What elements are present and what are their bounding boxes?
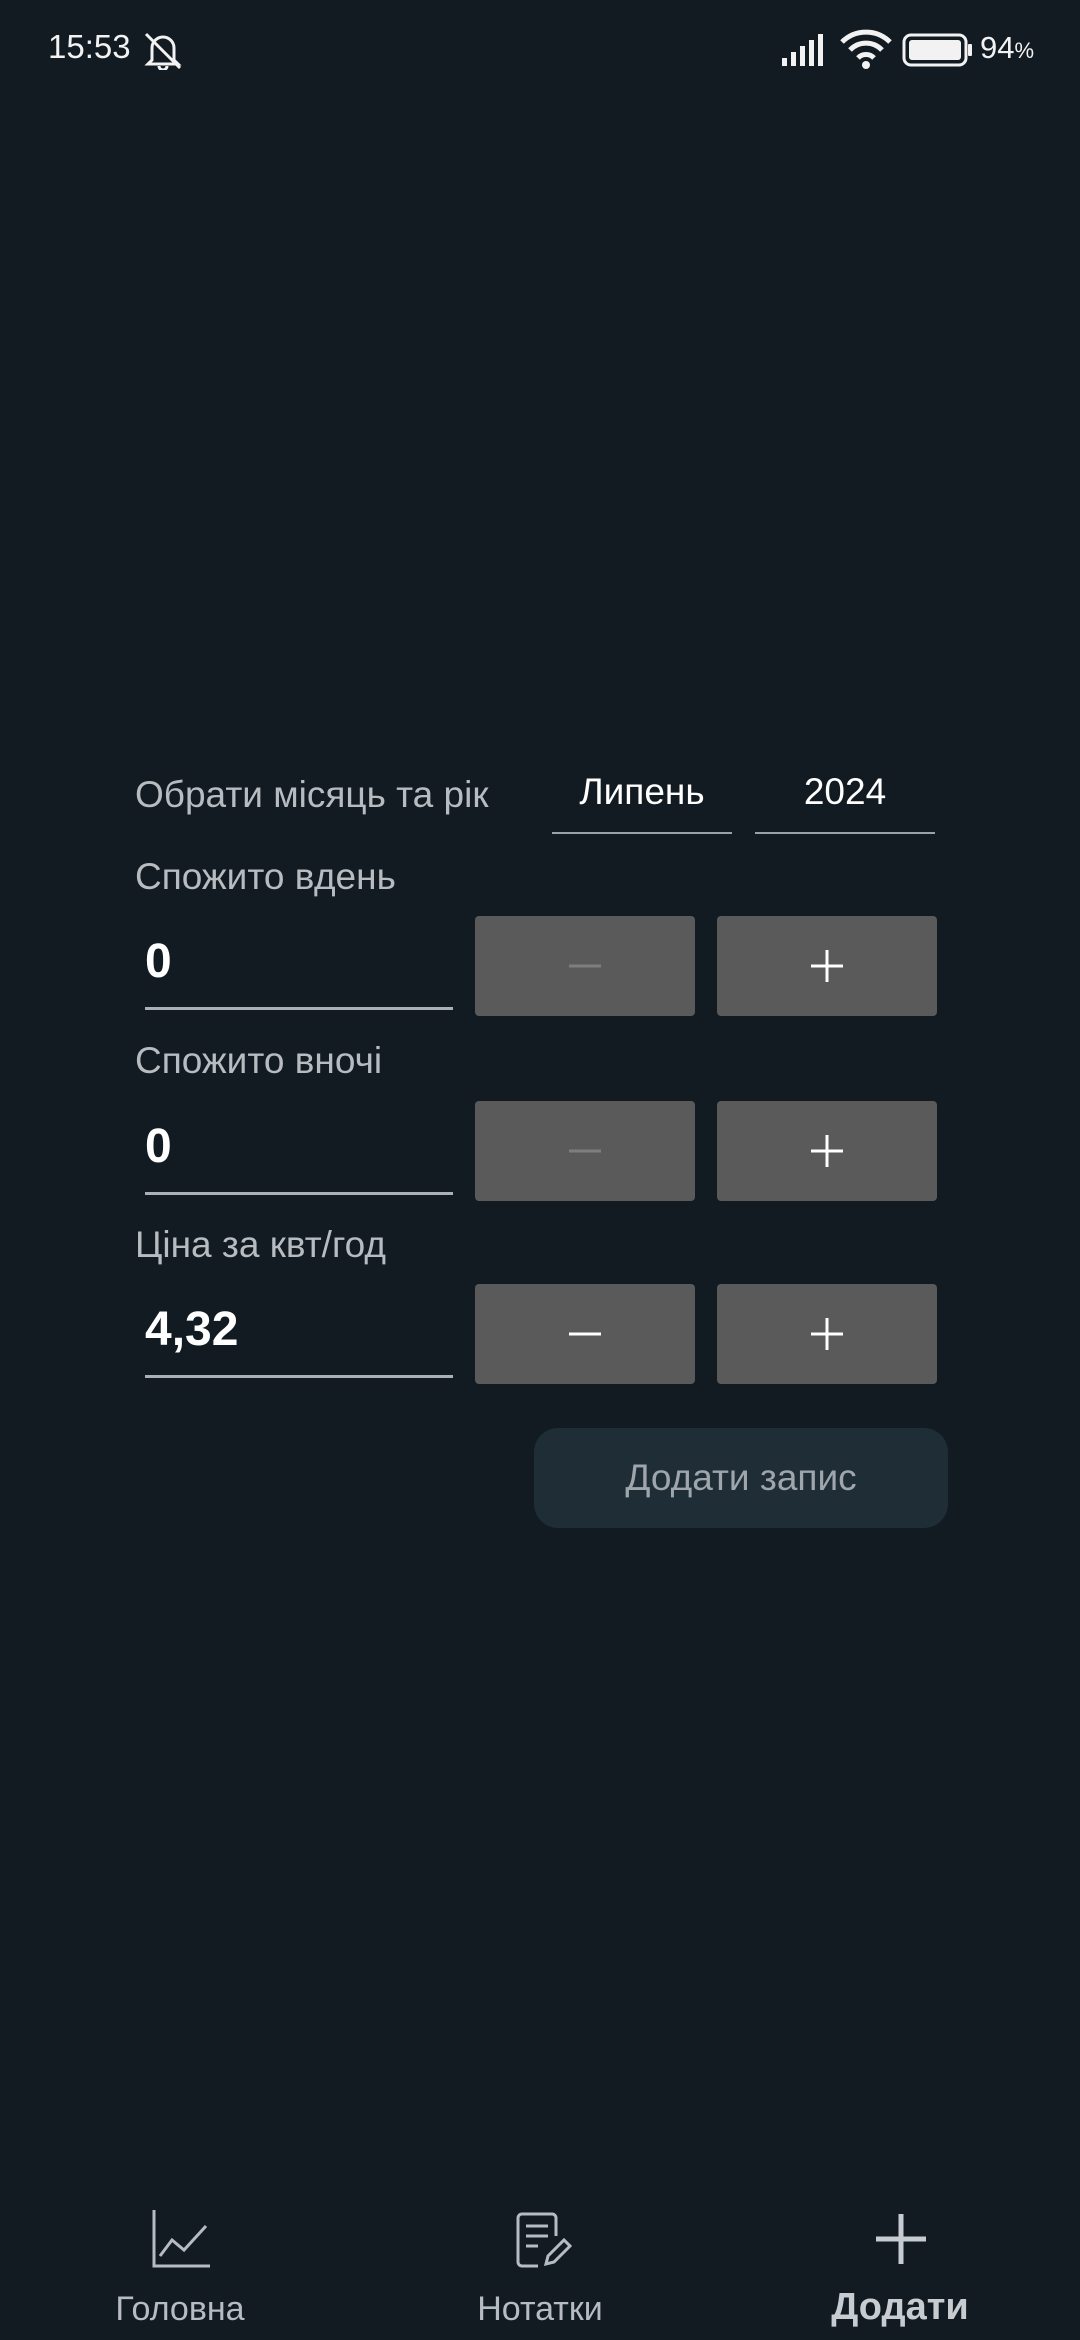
status-time: 15:53 [48,28,131,65]
nav-item-add[interactable]: Додати [750,2200,1050,2330]
plus-icon [811,950,843,982]
nav-label-add: Додати [831,2286,969,2328]
price-value: 4,32 [145,1303,239,1356]
day-consumption-input[interactable]: 0 [145,920,453,1010]
plus-icon [811,1318,843,1350]
add-record-button[interactable]: Додати запис [534,1428,948,1528]
nav-label-home: Головна [115,2290,245,2328]
plus-icon [811,1135,843,1167]
battery-unit: % [1014,38,1035,63]
day-decrement-button[interactable] [475,916,695,1016]
month-select[interactable]: Липень [552,762,732,834]
price-label: Ціна за квт/год [135,1224,386,1265]
nav-item-notes[interactable]: Нотатки [390,2200,690,2330]
price-increment-button[interactable] [717,1284,937,1384]
night-consumption-label: Спожито вночі [135,1040,383,1081]
night-increment-button[interactable] [717,1101,937,1201]
day-consumption-value: 0 [145,935,172,988]
battery-level: 94 [980,30,1015,65]
nav-label-notes: Нотатки [477,2290,603,2328]
minus-icon [569,1332,601,1336]
day-consumption-label: Спожито вдень [135,856,396,897]
nav-item-home[interactable]: Головна [30,2200,330,2330]
signal-icon [782,34,823,66]
add-record-screen: 15:53 94% Обрати місяць та рік Липень 20… [0,0,1080,2340]
price-decrement-button[interactable] [475,1284,695,1384]
night-consumption-input[interactable]: 0 [145,1105,453,1195]
day-increment-button[interactable] [717,916,937,1016]
price-input[interactable]: 4,32 [145,1288,453,1378]
wifi-icon [840,29,892,69]
notes-edit-icon [516,2212,572,2268]
year-select[interactable]: 2024 [755,762,935,834]
night-decrement-button[interactable] [475,1101,695,1201]
bell-muted-icon [144,32,182,70]
plus-icon [876,2214,926,2264]
battery-icon [902,33,972,67]
status-bar: 15:53 94% [0,0,1080,100]
minus-icon [569,964,601,968]
battery-percentage: 94% [980,30,1034,66]
minus-icon [569,1149,601,1153]
chart-line-icon [152,2210,210,2268]
night-consumption-value: 0 [145,1120,172,1173]
month-year-label: Обрати місяць та рік [135,774,489,815]
